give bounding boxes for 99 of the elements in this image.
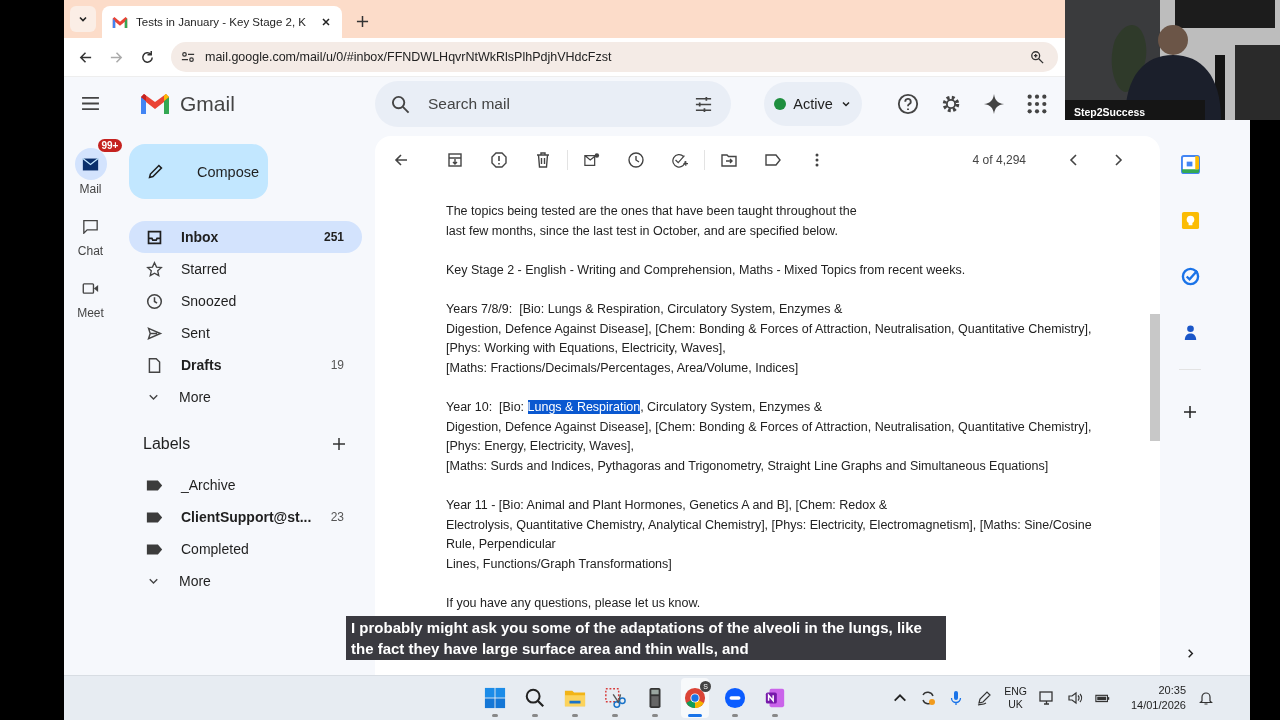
inbox-icon	[146, 228, 163, 246]
label-item[interactable]: Completed	[129, 533, 362, 565]
search-field[interactable]: Search mail	[426, 94, 678, 114]
language-text[interactable]: ENG	[1004, 685, 1027, 698]
message-counter: 4 of 4,294	[972, 153, 1026, 167]
scissors-icon	[604, 687, 626, 709]
search-bar[interactable]: Search mail	[375, 81, 731, 127]
new-tab-icon[interactable]	[356, 15, 369, 28]
message-text-line: Key Stage 2 - English - Writing and Comprehension, Maths - Mixed Topics from recent weeks.	[446, 261, 966, 279]
mark-unread-icon[interactable]	[584, 152, 600, 168]
pencil-icon	[147, 163, 164, 180]
rail-label: Meet	[77, 306, 104, 320]
clock-icon	[146, 292, 163, 310]
message-text-line: last few months, since the last test in October, and are specified below.	[446, 222, 838, 240]
date-text: 14/01/2026	[1130, 698, 1186, 713]
mail-icon	[82, 156, 99, 172]
clock-icon[interactable]	[628, 152, 644, 168]
label-icon	[146, 478, 163, 492]
rail-button[interactable]	[74, 148, 107, 180]
speaker-icon[interactable]	[1066, 690, 1083, 706]
message-text-line: [Phys: Energy, Electricity, Waves],	[446, 438, 634, 456]
scrollbar-thumb[interactable]	[1150, 314, 1160, 441]
browser-icon	[684, 687, 706, 709]
report-icon[interactable]	[491, 152, 507, 168]
message-text-line: Digestion, Defence Against Disease], [Chem: Bonding & Forces of Attraction, Neutralisation, Quantitative Chemistry],	[446, 418, 1092, 436]
label-icon	[146, 542, 163, 556]
pen-icon[interactable]	[976, 690, 993, 706]
gmail-logo-icon	[139, 92, 171, 116]
settings-icon[interactable]	[940, 93, 962, 115]
zoom-icon[interactable]	[1030, 50, 1044, 64]
message-text-line: Rule, Perpendicular	[446, 536, 556, 554]
region-text[interactable]: UK	[1008, 698, 1023, 711]
video-camera-icon	[82, 280, 99, 296]
folder-item[interactable]: Starred	[129, 253, 362, 285]
move-to-folder-icon[interactable]	[721, 152, 737, 168]
notification-bell-icon[interactable]	[1198, 690, 1214, 706]
add-icon[interactable]	[1183, 405, 1197, 419]
message-text-line: [Maths: Surds and Indices, Pythagoras and Trigonometry, Straight Line Graphs and Simultaneous Equations]	[446, 457, 1049, 475]
document-icon	[146, 356, 163, 374]
search-icon	[524, 687, 546, 709]
windows-icon	[484, 687, 506, 709]
address-bar[interactable]: mail.google.com/mail/u/0/#inbox/FFNDWLHqvrNtWkRlsPlhPdjhVHdcFzst	[171, 42, 1058, 72]
filter-icon[interactable]	[694, 94, 713, 114]
message-text-line: [Phys: Working with Equations, Electricity, Waves],	[446, 340, 726, 358]
task-check-icon[interactable]	[1180, 267, 1200, 286]
folder-item[interactable]: Sent	[129, 317, 362, 349]
folder-item[interactable]: Drafts 19	[129, 349, 362, 381]
message-text-line: Year 10: [Bio: Lungs & Respiration, Circulatory System, Enzymes &	[446, 398, 823, 416]
status-button[interactable]: Active	[764, 82, 862, 126]
close-icon[interactable]	[320, 16, 332, 28]
search-icon	[391, 94, 410, 114]
unread-badge: 99+	[97, 139, 123, 152]
back-arrow-icon[interactable]	[393, 152, 409, 168]
help-icon[interactable]	[897, 93, 919, 115]
folder-item[interactable]: More	[129, 381, 362, 413]
message-text-line: Electrolysis, Quantitative Chemistry, Analytical Chemistry], [Phys: Electricity, Electromagnetism], [Maths: Sine/Cosine	[446, 516, 1092, 534]
apps-grid-icon[interactable]	[1026, 93, 1048, 115]
archive-icon[interactable]	[447, 152, 463, 168]
label-icon	[146, 510, 163, 524]
url-text: mail.google.com/mail/u/0/#inbox/FFNDWLHqvrNtWkRlsPlhPdjhVHdcFzst	[205, 50, 612, 64]
rail-label: Mail	[79, 182, 102, 196]
video-app-icon	[724, 687, 746, 709]
caption-text: I probably might ask you some of the adaptations of the alveoli in the lungs, like the fact they have large surface area and thin walls, and	[346, 616, 946, 660]
message-text-line: Years 7/8/9: [Bio: Lungs & Respiration, Circulatory System, Enzymes &	[446, 300, 843, 318]
add-icon[interactable]	[332, 437, 346, 451]
message-text-line: The topics being tested are the ones that have been taught throughout the	[446, 203, 857, 220]
message-text-line: Digestion, Defence Against Disease], [Chem: Bonding & Forces of Attraction, Neutralisation, Quantitative Chemistry],	[446, 320, 1092, 338]
label-item[interactable]: More	[129, 565, 362, 597]
label-item[interactable]: _Archive	[129, 469, 362, 501]
message-text-line: Year 11 - [Bio: Animal and Plant Hormones, Genetics A and B], [Chem: Redox &	[446, 496, 888, 514]
label-icon[interactable]	[765, 152, 781, 168]
message-text-line: If you have any questions, please let us know.	[446, 594, 701, 612]
sparkle-icon[interactable]	[983, 93, 1005, 115]
add-task-icon[interactable]	[672, 152, 688, 168]
sync-icon[interactable]	[920, 690, 937, 706]
message-text-line: [Maths: Fractions/Decimals/Percentages, Area/Volume, Indices]	[446, 359, 799, 377]
compose-button[interactable]: Compose	[129, 144, 268, 199]
app-name: Gmail	[180, 92, 235, 116]
site-settings-icon[interactable]	[181, 50, 195, 64]
star-icon	[146, 260, 163, 278]
send-icon	[146, 324, 163, 342]
menu-icon[interactable]	[81, 96, 100, 111]
notebook-icon	[764, 687, 786, 709]
mail-logo-icon	[112, 15, 128, 29]
calendar-icon[interactable]	[1180, 155, 1200, 174]
label-item[interactable]: ClientSupport@st... 23	[129, 501, 362, 533]
chat-icon	[82, 218, 99, 234]
monitor-icon[interactable]	[1038, 690, 1055, 706]
rail-label: Chat	[77, 244, 104, 258]
reload-icon[interactable]	[140, 49, 155, 65]
folder-item[interactable]: Snoozed	[129, 285, 362, 317]
trash-icon[interactable]	[535, 152, 551, 168]
clock[interactable]: 20:35 14/01/2026	[1130, 683, 1186, 713]
time-text: 20:35	[1158, 683, 1186, 698]
folder-item[interactable]: Inbox 251	[129, 221, 362, 253]
labels-heading: Labels	[143, 435, 191, 453]
browser-tab[interactable]: Tests in January - Key Stage 2, K	[102, 6, 342, 38]
tab-title: Tests in January - Key Stage 2, K	[136, 16, 308, 28]
message-text-line: Lines, Functions/Graph Transformations]	[446, 555, 672, 573]
